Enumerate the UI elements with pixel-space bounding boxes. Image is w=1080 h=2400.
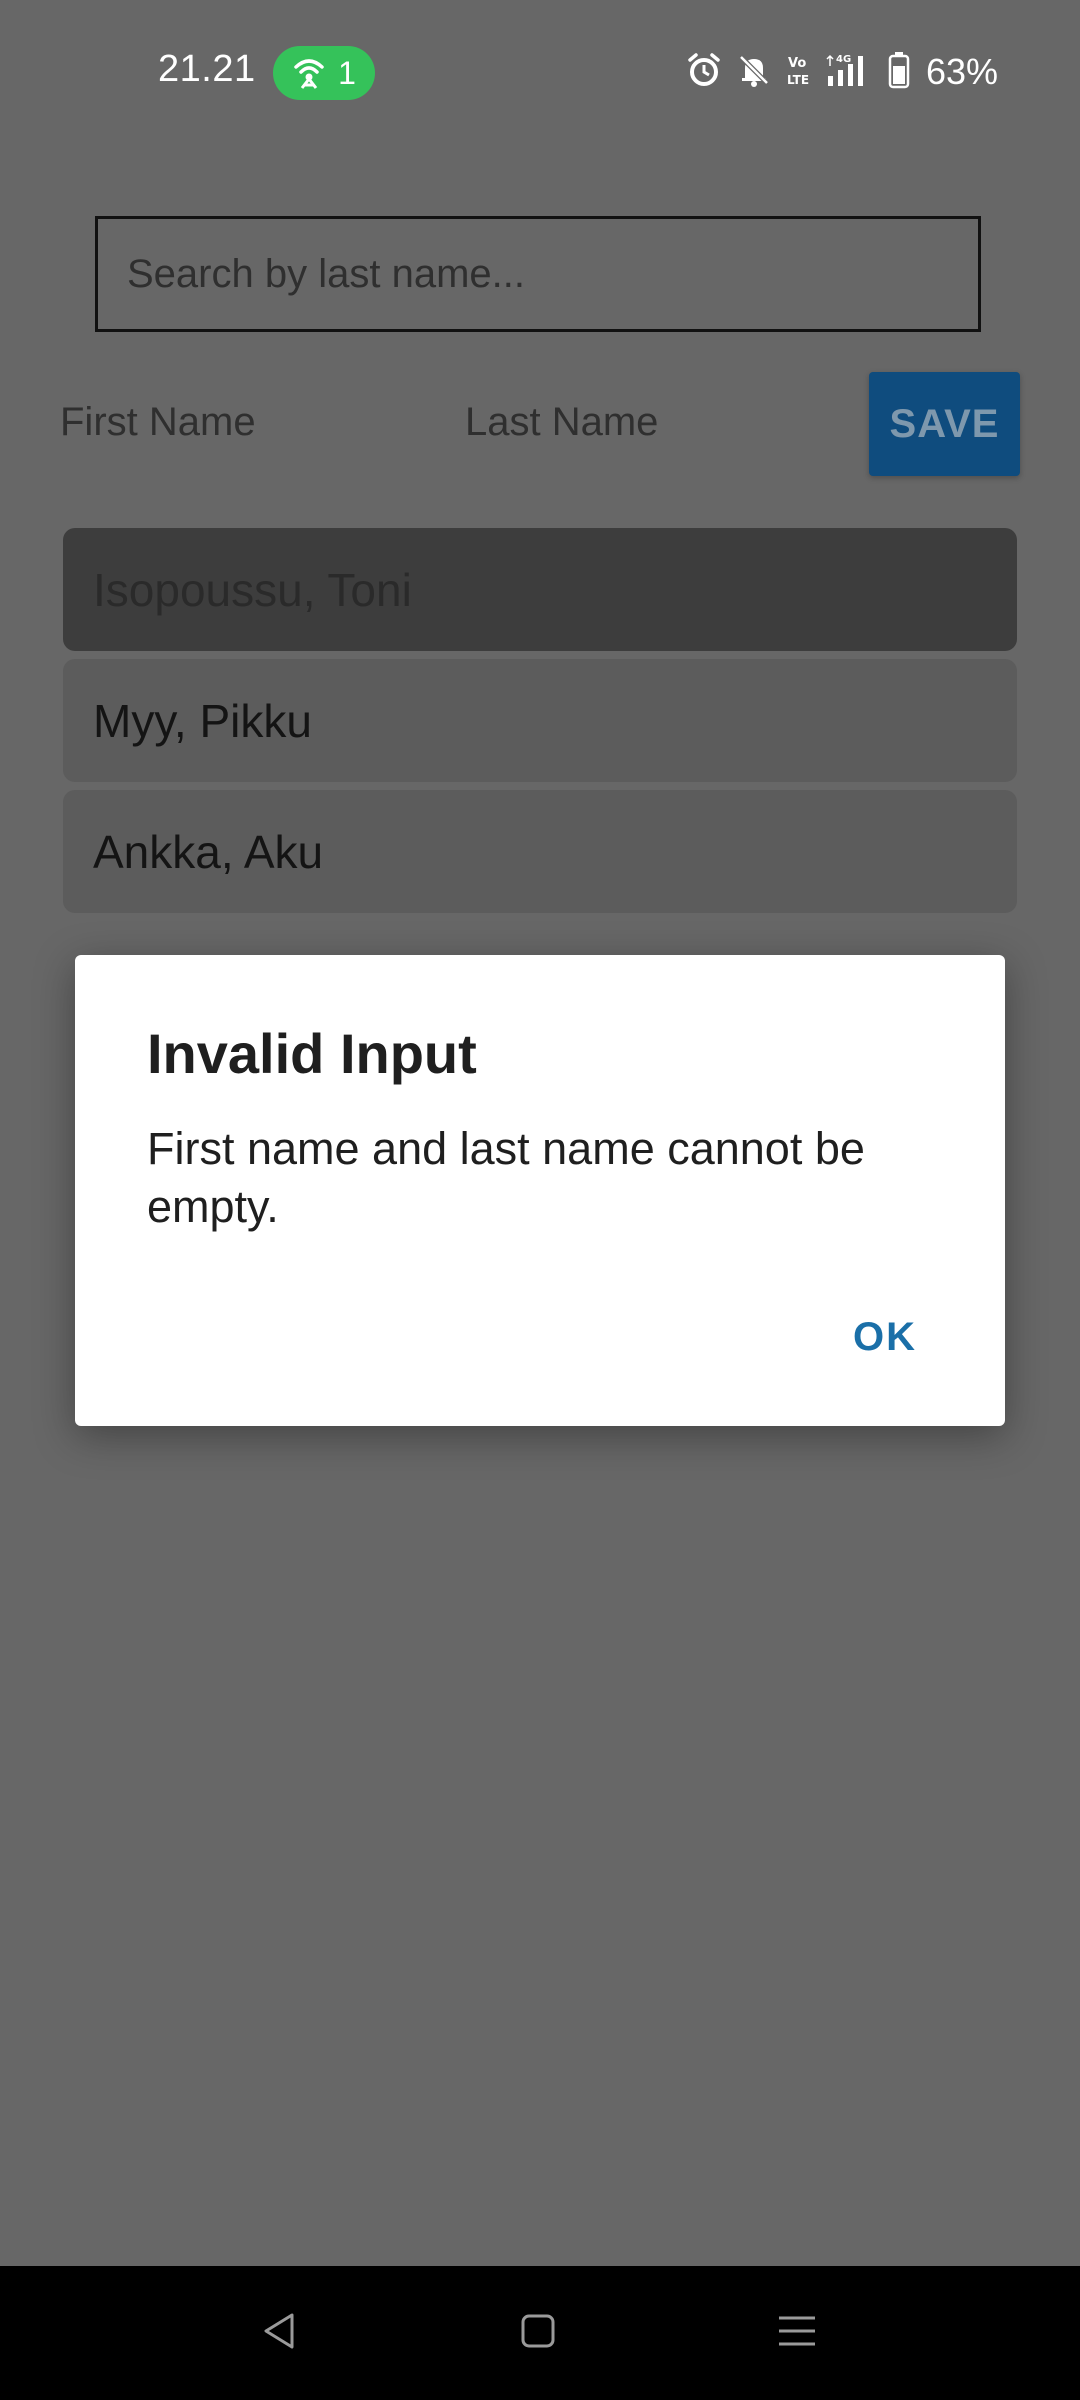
hotspot-icon [292, 57, 326, 89]
alarm-icon [686, 52, 722, 93]
bell-muted-icon [736, 52, 772, 93]
add-person-form: First Name Last Name SAVE [0, 372, 1080, 476]
status-time: 21.21 [158, 48, 256, 90]
volte-icon: Vo LTE [786, 52, 812, 93]
svg-text:LTE: LTE [787, 73, 809, 87]
svg-text:4G: 4G [836, 54, 851, 65]
dialog-title: Invalid Input [147, 1022, 477, 1085]
signal-4g-icon: 4G [826, 52, 874, 93]
status-icons: Vo LTE 4G 63% [686, 48, 998, 96]
back-button[interactable] [220, 2266, 340, 2400]
list-item[interactable]: Myy, Pikku [63, 659, 1017, 782]
search-input[interactable]: Search by last name... [95, 216, 981, 332]
people-list: Isopoussu, Toni Myy, Pikku Ankka, Aku [63, 528, 1017, 921]
hotspot-count: 1 [338, 54, 356, 91]
dialog-message: First name and last name cannot be empty… [147, 1123, 865, 1232]
invalid-input-dialog: Invalid Input First name and last name c… [75, 955, 1005, 1426]
battery-icon [888, 51, 910, 94]
recents-button[interactable] [737, 2266, 857, 2400]
navigation-bar [0, 2266, 1080, 2400]
last-name-input[interactable]: Last Name [465, 400, 658, 445]
first-name-input[interactable]: First Name [60, 400, 256, 445]
list-item[interactable]: Isopoussu, Toni [63, 528, 1017, 651]
ok-button[interactable]: OK [853, 1315, 917, 1360]
back-icon [258, 2309, 302, 2358]
search-placeholder: Search by last name... [127, 251, 525, 296]
battery-percent: 63% [925, 51, 998, 92]
list-item[interactable]: Ankka, Aku [63, 790, 1017, 913]
status-bar: 21.21 1 Vo LTE 4G 63% [0, 0, 1080, 140]
svg-text:Vo: Vo [788, 56, 806, 71]
save-button[interactable]: SAVE [869, 372, 1020, 476]
recents-icon [775, 2309, 819, 2358]
home-button[interactable] [478, 2266, 598, 2400]
home-icon [516, 2309, 560, 2358]
hotspot-indicator: 1 [273, 46, 375, 100]
